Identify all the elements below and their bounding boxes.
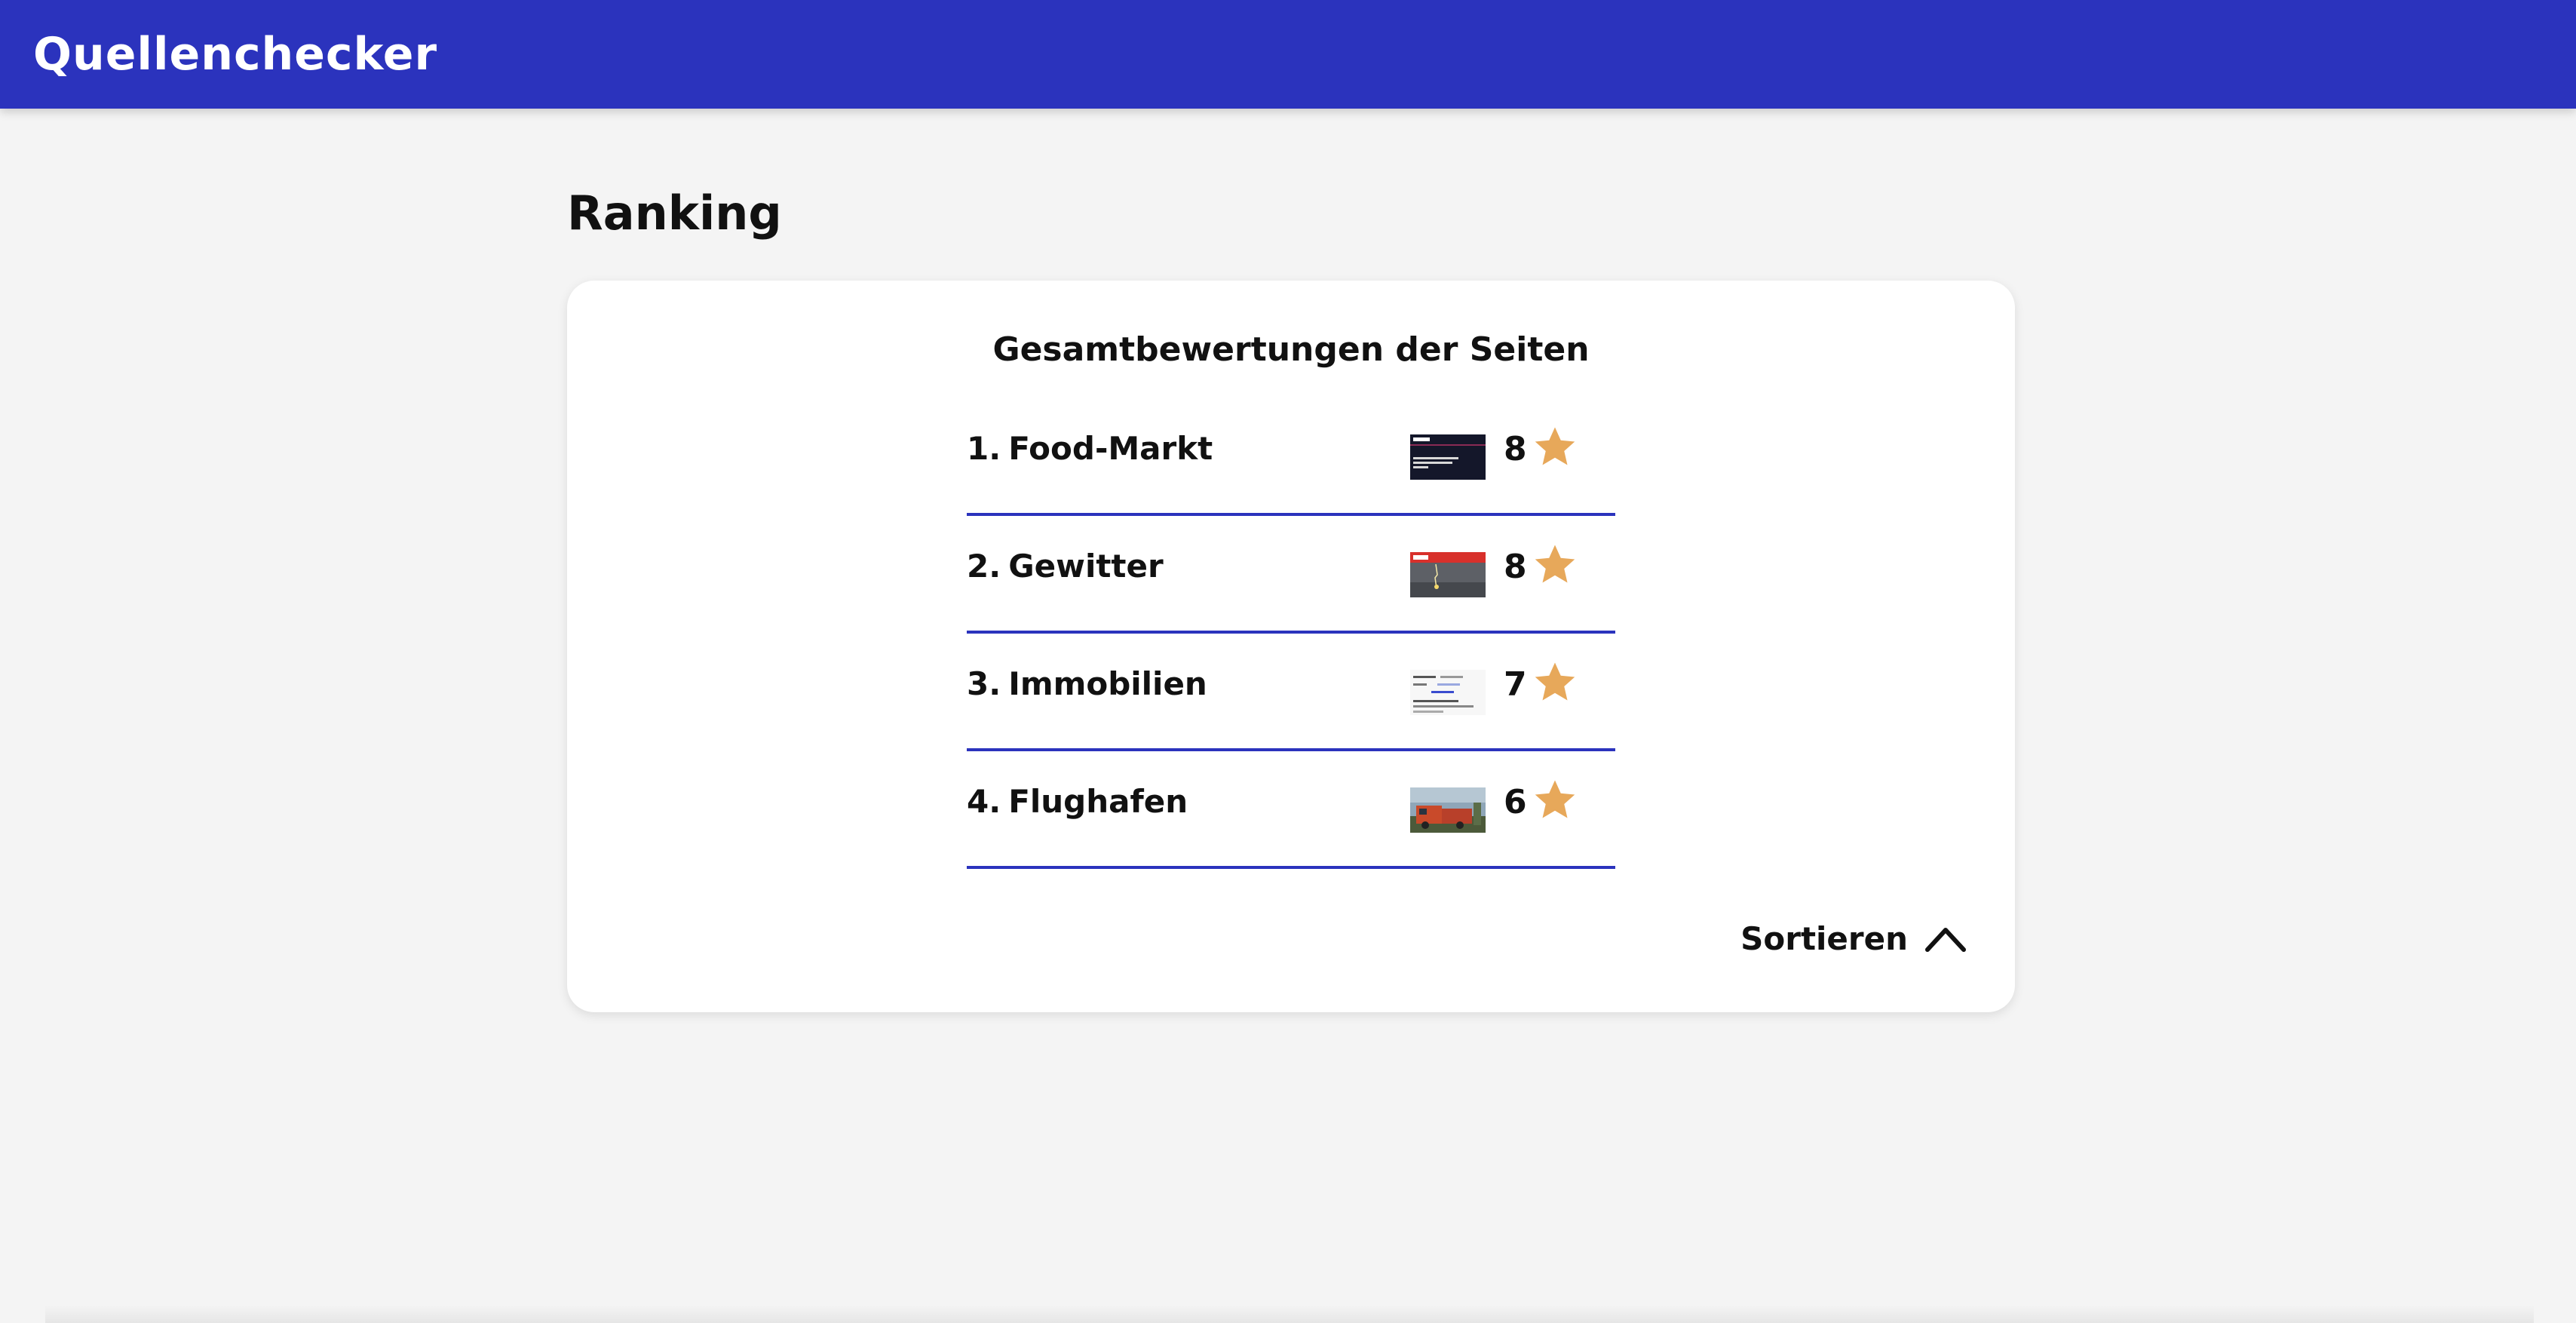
site-name: Immobilien [1008,665,1207,702]
ranking-card: Gesamtbewertungen der Seiten 1. Food-Mark… [567,281,2015,1012]
ranking-label: 1. Food-Markt [967,430,1213,467]
star-icon [1535,545,1575,583]
rank-number: 2. [967,548,1001,585]
ranking-label: 2. Gewitter [967,548,1164,585]
rating-score: 8 [1504,430,1527,468]
rating-score: 8 [1504,548,1527,586]
site-name: Gewitter [1008,548,1164,585]
rank-number: 4. [967,783,1001,820]
ranking-row[interactable]: 3. Immobilien 7 [967,634,1615,751]
bottom-shadow [45,1305,2534,1323]
star-icon [1535,662,1575,701]
rating-score: 7 [1504,665,1527,704]
light-text-page-thumbnail[interactable] [1410,670,1486,715]
star-icon [1535,780,1575,818]
ranking-row[interactable]: 1. Food-Markt 8 [967,398,1615,516]
ranking-label: 3. Immobilien [967,665,1207,702]
site-name: Food-Markt [1008,430,1213,467]
app-title[interactable]: Quellenchecker [33,28,437,81]
star-icon [1535,427,1575,465]
fire-truck-photo-thumbnail[interactable] [1410,787,1486,833]
rank-number: 1. [967,430,1001,467]
rank-number: 3. [967,665,1001,702]
ranking-list: 1. Food-Markt 8 2. Gewitter 8 3. Immobil… [967,398,1615,869]
top-app-bar: Quellenchecker [0,0,2576,109]
card-title: Gesamtbewertungen der Seiten [992,330,1590,369]
rating-score: 6 [1504,783,1527,821]
ranking-row[interactable]: 2. Gewitter 8 [967,516,1615,634]
ranking-row[interactable]: 4. Flughafen 6 [967,751,1615,869]
red-header-lightning-photo-thumbnail[interactable] [1410,552,1486,597]
dark-news-page-thumbnail[interactable] [1410,434,1486,480]
sort-button[interactable]: Sortieren [1740,920,1967,957]
site-name: Flughafen [1008,783,1188,820]
chevron-up-icon [1925,927,1966,952]
ranking-label: 4. Flughafen [967,783,1188,820]
page-title: Ranking [567,186,782,241]
sort-label: Sortieren [1740,920,1908,957]
